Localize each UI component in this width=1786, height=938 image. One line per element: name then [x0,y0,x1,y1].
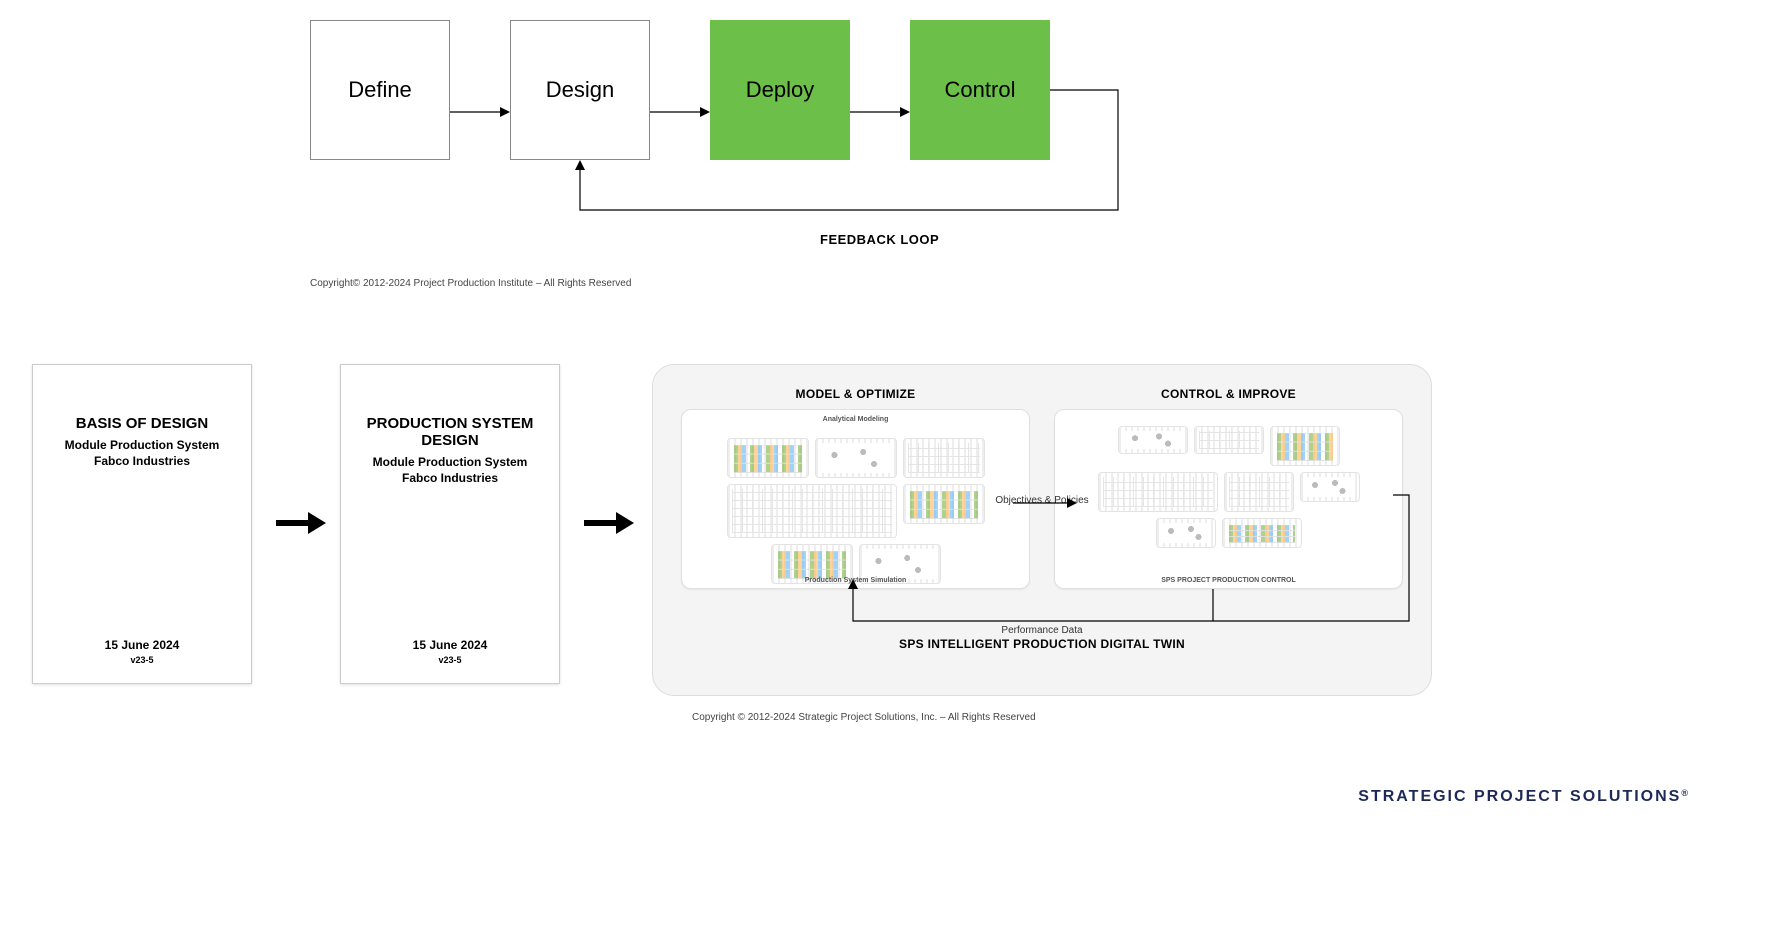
doc-subtitle: Module Production System [373,455,528,469]
thumbnail-iot [1156,518,1216,548]
twin-footer-title: SPS INTELLIGENT PRODUCTION DIGITAL TWIN [681,637,1403,651]
thumbnail-screen2 [1224,472,1294,512]
process-flow: Define Design Deploy Control [310,20,1090,160]
twin-col-model-optimize: MODEL & OPTIMIZE Analytical Modeling Pro… [681,387,1030,589]
thumbnail-line-plot [815,438,897,478]
registered-mark: ® [1681,788,1690,798]
mini-caption: SPS PROJECT PRODUCTION CONTROL [1161,577,1296,584]
bottom-copyright: Copyright © 2012-2024 Strategic Project … [692,712,1036,723]
twin-col-title: CONTROL & IMPROVE [1161,387,1296,401]
mini-caption: Production System Simulation [805,577,907,584]
doc-date: 15 June 2024 [413,638,488,652]
thumbnail-gantt [727,484,897,538]
doc-date: 15 June 2024 [105,638,180,652]
mini-caption: Analytical Modeling [823,416,889,423]
flow-step-label: Control [945,77,1016,103]
doc-company: Fabco Industries [402,471,498,485]
flow-step-control: Control [910,20,1050,160]
twin-card-model: Analytical Modeling Production System Si… [681,409,1030,589]
flow-step-label: Define [348,77,412,103]
thumbnail-analytics [1194,426,1264,454]
flow-step-deploy: Deploy [710,20,850,160]
arrow-psd-to-twin [584,510,634,536]
top-copyright: Copyright© 2012-2024 Project Production … [310,278,631,289]
digital-twin-panel: MODEL & OPTIMIZE Analytical Modeling Pro… [652,364,1432,696]
brand-footer: STRATEGIC PROJECT SOLUTIONS® [1358,788,1690,806]
objectives-label: Objectives & Policies [995,495,1088,506]
doc-version: v23-5 [130,655,153,665]
twin-card-control: SPS PROJECT PRODUCTION CONTROL [1054,409,1403,589]
doc-company: Fabco Industries [94,454,190,468]
thumbnail-mobile [1222,518,1302,548]
flow-step-label: Design [546,77,614,103]
thumbnail-screen [1098,472,1218,512]
feedback-loop-label: FEEDBACK LOOP [820,232,939,247]
doc-subtitle: Module Production System [65,438,220,452]
doc-version: v23-5 [438,655,461,665]
flow-step-define: Define [310,20,450,160]
document-production-system-design: PRODUCTION SYSTEM DESIGN Module Producti… [340,364,560,684]
thumbnail-bar-chart [727,438,809,478]
thumbnail-line-chart [903,484,985,524]
arrow-bod-to-psd [276,510,326,536]
thumbnail-std-work [1270,426,1340,466]
thumbnail-table [903,438,985,478]
doc-title: PRODUCTION SYSTEM DESIGN [357,415,543,449]
twin-col-title: MODEL & OPTIMIZE [796,387,916,401]
thumbnail-visualization [1118,426,1188,454]
thumbnail-supply [1300,472,1360,502]
twin-col-control-improve: CONTROL & IMPROVE SPS PROJECT PRODUCTION… [1054,387,1403,589]
flow-step-design: Design [510,20,650,160]
performance-data-label: Performance Data [1001,625,1082,636]
brand-name: STRATEGIC PROJECT SOLUTIONS [1358,788,1681,805]
doc-title: BASIS OF DESIGN [76,415,209,432]
flow-step-label: Deploy [746,77,814,103]
document-basis-of-design: BASIS OF DESIGN Module Production System… [32,364,252,684]
